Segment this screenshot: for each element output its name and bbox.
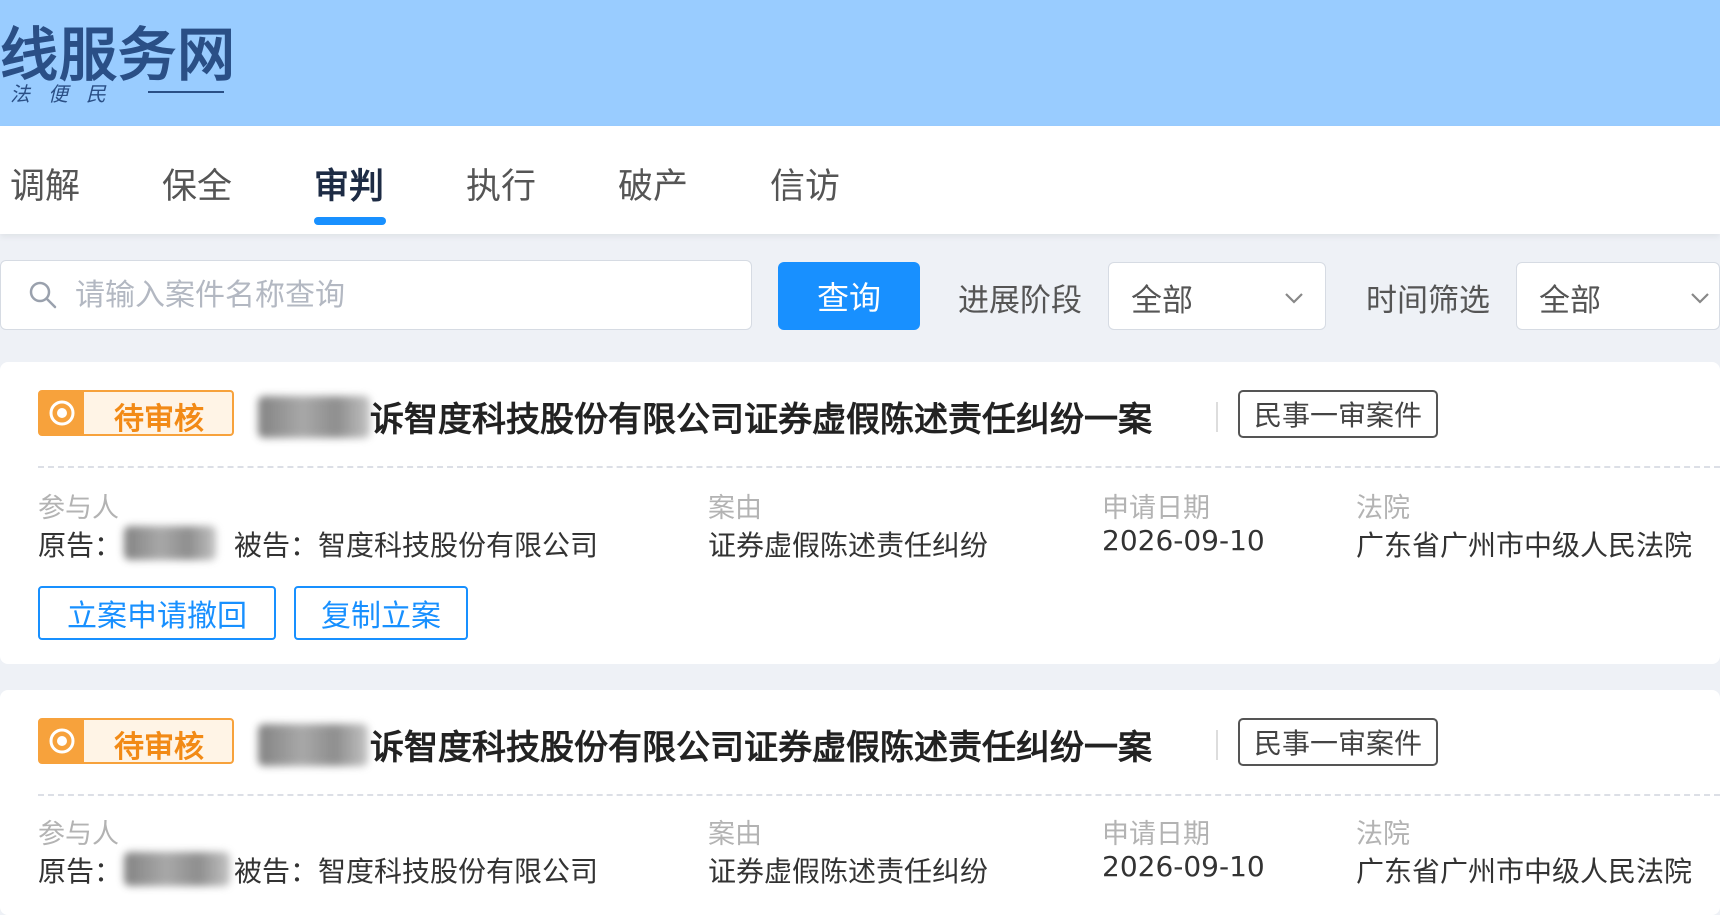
chevron-down-icon <box>1285 293 1303 304</box>
card-divider <box>38 466 1720 468</box>
case-card[interactable]: 待审核 诉智度科技股份有限公司证券虚假陈述责任纠纷一案 民事一审案件 参与人 原… <box>0 690 1720 915</box>
status-icon <box>40 720 84 762</box>
status-icon <box>40 392 84 434</box>
case-card[interactable]: 待审核 诉智度科技股份有限公司证券虚假陈述责任纠纷一案 民事一审案件 参与人 原… <box>0 362 1720 664</box>
copy-filing-button[interactable]: 复制立案 <box>294 586 468 640</box>
date-value: 2026-09-10 <box>1102 850 1265 883</box>
status-badge: 待审核 <box>38 390 234 437</box>
cause-value: 证券虚假陈述责任纠纷 <box>708 855 989 888</box>
site-slogan: 法便民 <box>10 82 124 106</box>
tab-trial[interactable]: 审判 <box>314 158 384 209</box>
participants-label: 参与人 <box>38 493 119 524</box>
title-divider <box>1216 730 1218 760</box>
case-title[interactable]: 诉智度科技股份有限公司证券虚假陈述责任纠纷一案 <box>370 720 1152 769</box>
case-title[interactable]: 诉智度科技股份有限公司证券虚假陈述责任纠纷一案 <box>370 392 1152 441</box>
title-divider <box>1216 402 1218 432</box>
time-filter-label: 时间筛选 <box>1366 283 1490 319</box>
date-label: 申请日期 <box>1102 493 1210 524</box>
time-select[interactable]: 全部 <box>1516 262 1720 330</box>
defendant-text: 被告：智度科技股份有限公司 <box>234 855 599 888</box>
status-text: 待审核 <box>114 402 204 437</box>
stage-select[interactable]: 全部 <box>1108 262 1326 330</box>
search-box <box>0 260 752 330</box>
withdraw-filing-button[interactable]: 立案申请撤回 <box>38 586 276 640</box>
slogan-divider <box>148 91 224 93</box>
participants-label: 参与人 <box>38 819 119 850</box>
plaintiff-prefix: 原告： <box>38 529 123 562</box>
redacted-plaintiff <box>124 526 216 560</box>
stage-filter-label: 进展阶段 <box>958 283 1082 319</box>
tab-bankruptcy[interactable]: 破产 <box>618 158 688 209</box>
status-badge: 待审核 <box>38 718 234 765</box>
court-label: 法院 <box>1356 819 1410 850</box>
redacted-name <box>258 724 368 766</box>
tab-petition[interactable]: 信访 <box>770 158 840 209</box>
search-input[interactable] <box>75 271 735 319</box>
time-select-value: 全部 <box>1539 283 1601 319</box>
case-type-tag: 民事一审案件 <box>1238 390 1438 438</box>
active-tab-indicator <box>314 217 386 225</box>
category-tabs: 调解 保全 审判 执行 破产 信访 <box>0 126 1720 234</box>
court-value: 广东省广州市中级人民法院 <box>1356 529 1693 562</box>
search-icon <box>29 281 57 309</box>
date-value: 2026-09-10 <box>1102 524 1265 557</box>
header-banner: 线服务网 法便民 <box>0 0 1720 126</box>
stage-select-value: 全部 <box>1131 283 1193 319</box>
card-divider <box>38 794 1720 796</box>
query-button[interactable]: 查询 <box>778 262 920 330</box>
case-type-tag: 民事一审案件 <box>1238 718 1438 766</box>
plaintiff-prefix: 原告： <box>38 855 123 888</box>
tab-mediation[interactable]: 调解 <box>10 158 80 209</box>
redacted-name <box>258 396 370 438</box>
defendant-text: 被告：智度科技股份有限公司 <box>234 529 599 562</box>
court-value: 广东省广州市中级人民法院 <box>1356 855 1693 888</box>
date-label: 申请日期 <box>1102 819 1210 850</box>
cause-label: 案由 <box>708 493 762 524</box>
cause-value: 证券虚假陈述责任纠纷 <box>708 529 989 562</box>
tab-preservation[interactable]: 保全 <box>162 158 232 209</box>
tab-execution[interactable]: 执行 <box>466 158 536 209</box>
cause-label: 案由 <box>708 819 762 850</box>
court-label: 法院 <box>1356 493 1410 524</box>
chevron-down-icon <box>1691 293 1709 304</box>
redacted-plaintiff <box>124 852 230 886</box>
status-text: 待审核 <box>114 730 204 765</box>
